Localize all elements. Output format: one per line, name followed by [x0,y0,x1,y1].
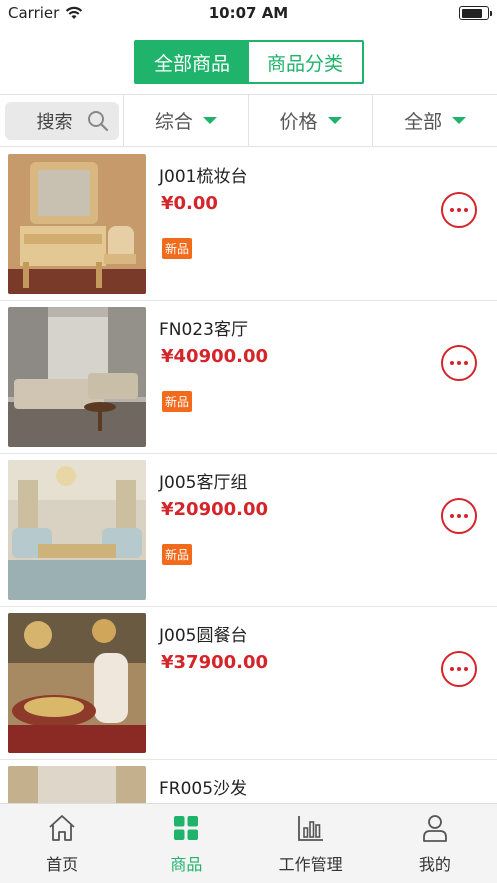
product-image [8,460,146,600]
more-options-button[interactable] [441,651,477,687]
bar-chart-icon [297,815,323,841]
new-badge: 新品 [162,544,193,565]
filter-all-label: 全部 [404,111,443,133]
grid-icon [174,815,199,840]
tab-work-management-label: 工作管理 [278,854,343,874]
product-item[interactable]: J005圆餐台 ¥37900.00 [0,607,497,760]
product-price: ¥20900.00 [161,499,269,520]
filter-all[interactable]: 全部 [373,95,497,146]
user-icon [422,814,447,842]
new-badge: 新品 [162,391,193,412]
product-name: J005客厅组 [159,473,248,493]
product-price: ¥40900.00 [161,346,269,367]
caret-down-icon [327,117,342,124]
carrier-signal: Carrier [8,4,83,22]
filter-composite-label: 综合 [154,111,193,133]
product-item[interactable]: J005客厅组 ¥20900.00 新品 [0,454,497,607]
tab-work-management[interactable]: 工作管理 [249,804,373,883]
product-image [8,154,146,294]
search-button[interactable]: 搜索 [4,101,119,140]
filter-bar: 搜索 综合 价格 全部 [0,94,497,147]
more-options-button[interactable] [441,345,477,381]
product-price: ¥0.00 [161,193,218,214]
tab-products[interactable]: 商品 [124,804,248,883]
filter-price-label: 价格 [279,111,318,133]
tab-all-products[interactable]: 全部商品 [135,42,249,82]
more-options-button[interactable] [441,498,477,534]
filter-price[interactable]: 价格 [249,95,374,146]
bottom-tab-bar: 首页 商品 工作管理 我的 [0,803,497,883]
caret-down-icon [202,117,217,124]
filter-composite[interactable]: 综合 [124,95,249,146]
tab-products-label: 商品 [170,854,203,874]
product-item[interactable]: J001梳妆台 ¥0.00 新品 [0,148,497,301]
tab-categories[interactable]: 商品分类 [248,42,362,82]
product-name: FR005沙发 [159,779,248,799]
tab-home-label: 首页 [46,854,79,874]
battery-icon [459,6,492,20]
product-item[interactable]: FR005沙发 [0,760,497,803]
carrier-label: Carrier [8,4,60,22]
product-name: J001梳妆台 [159,167,248,187]
wifi-icon [66,6,83,19]
search-cell: 搜索 [0,95,124,146]
new-badge: 新品 [162,238,193,259]
product-image [8,307,146,447]
status-bar: Carrier 10:07 AM [0,0,497,26]
caret-down-icon [452,117,467,124]
more-options-button[interactable] [441,192,477,228]
product-image [8,613,146,753]
product-name: FN023客厅 [159,320,248,340]
tab-mine-label: 我的 [418,854,451,874]
tab-mine[interactable]: 我的 [373,804,497,883]
product-image [8,766,146,803]
product-item[interactable]: FN023客厅 ¥40900.00 新品 [0,301,497,454]
segment-header: 全部商品 商品分类 [0,40,497,84]
tab-home[interactable]: 首页 [0,804,124,883]
home-icon [49,814,75,841]
search-icon [87,110,108,131]
product-name: J005圆餐台 [159,626,248,646]
product-price: ¥37900.00 [161,652,269,673]
product-list: J001梳妆台 ¥0.00 新品 FN023客厅 ¥40900.00 新品 J0… [0,148,497,803]
segmented-control: 全部商品 商品分类 [133,40,364,84]
search-label: 搜索 [36,111,73,133]
